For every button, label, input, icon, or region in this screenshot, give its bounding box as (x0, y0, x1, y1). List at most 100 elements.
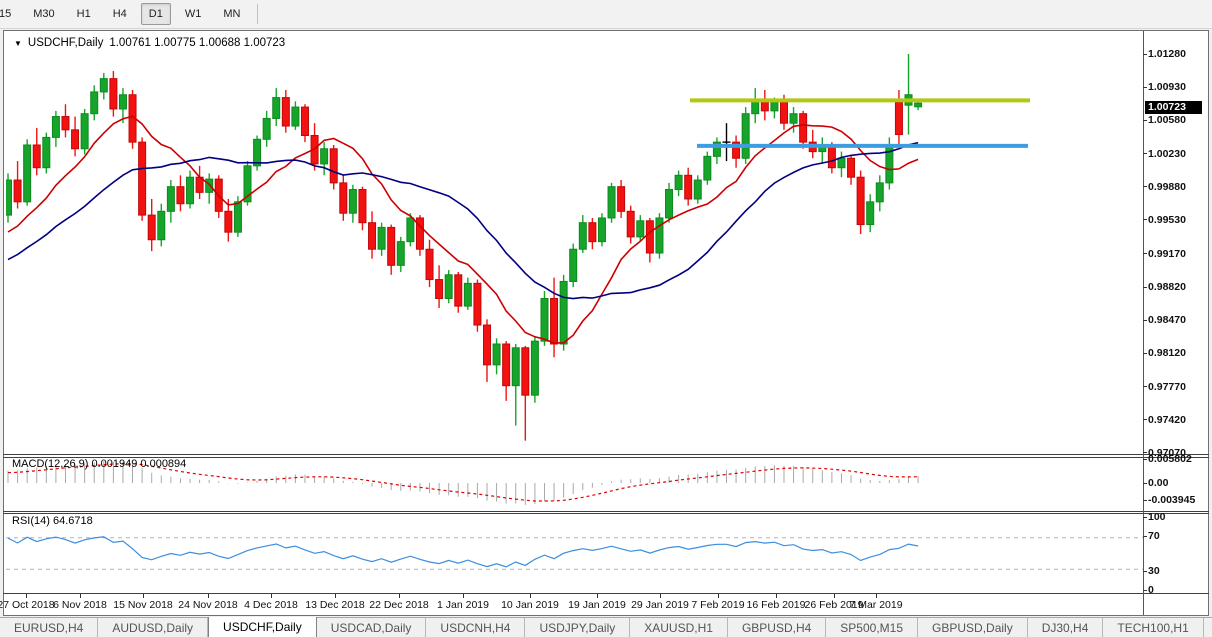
price-axis-label: 1.00930 (1148, 81, 1186, 93)
symbol-tabbar: EURUSD,H4AUDUSD,DailyUSDCHF,DailyUSDCAD,… (0, 617, 1212, 637)
bear-candle (895, 102, 902, 134)
chart-ohlc-values: 1.00761 1.00775 1.00688 1.00723 (109, 37, 285, 49)
indicator-axis-tick (1143, 500, 1147, 501)
symbol-tab-usdcnh-h4[interactable]: USDCNH,H4 (426, 618, 525, 637)
bear-candle (110, 79, 117, 109)
bull-candle (867, 202, 874, 225)
date-axis-tick (335, 594, 336, 598)
bull-candle (570, 249, 577, 281)
chart-symbol-label: USDCHF,Daily (28, 37, 103, 49)
price-axis-tick (1143, 452, 1147, 453)
symbol-tab-gbpusd-h4[interactable]: GBPUSD,H4 (728, 618, 826, 637)
rsi-indicator-canvas[interactable] (6, 514, 1143, 593)
date-axis-label: 10 Jan 2019 (501, 599, 559, 611)
indicator-axis-label: 100 (1148, 511, 1166, 523)
bear-candle (225, 211, 232, 232)
symbol-tab-audusd-daily[interactable]: AUDUSD,Daily (98, 618, 208, 637)
bull-candle (790, 114, 797, 123)
bear-candle (551, 299, 558, 344)
date-axis-tick (271, 594, 272, 598)
symbol-tab-usdcad-daily[interactable]: USDCAD,Daily (317, 618, 427, 637)
bull-candle (263, 118, 270, 139)
price-axis-tick (1143, 386, 1147, 387)
bear-candle (589, 223, 596, 242)
bull-candle (206, 179, 213, 192)
timeframe-button-h1[interactable]: H1 (69, 3, 99, 25)
date-axis-label: 27 Oct 2018 (0, 599, 55, 611)
symbol-tab-gbpusd-daily[interactable]: GBPUSD,Daily (918, 618, 1028, 637)
rsi-panel-divider2 (3, 513, 1209, 514)
timeframe-button-d1[interactable]: D1 (141, 3, 171, 25)
bear-candle (618, 187, 625, 212)
indicator-axis-tick (1143, 459, 1147, 460)
bear-candle (800, 114, 807, 142)
date-axis-tick (718, 594, 719, 598)
rsi-panel-divider[interactable] (3, 511, 1209, 512)
price-axis-tick (1143, 153, 1147, 154)
date-axis-label: 7 Feb 2019 (691, 599, 744, 611)
timeframe-toolbar: 15 M30 H1 H4 D1 W1MN (0, 0, 1212, 29)
rsi-label: RSI(14) 64.6718 (12, 515, 93, 527)
price-axis-label: 1.00580 (1148, 114, 1186, 126)
bull-candle (100, 79, 107, 92)
timeframe-button-w1[interactable]: W1 (177, 3, 210, 25)
bull-candle (915, 103, 922, 107)
price-axis-tick (1143, 287, 1147, 288)
bear-candle (646, 221, 653, 253)
date-axis-tick (660, 594, 661, 598)
bull-candle (752, 101, 759, 113)
symbol-tab-tech100-h1[interactable]: TECH100,H1 (1103, 618, 1203, 637)
bull-candle (531, 341, 538, 395)
macd-panel-divider[interactable] (3, 454, 1209, 455)
bull-candle (158, 211, 165, 239)
bear-candle (436, 280, 443, 299)
date-axis-divider (3, 593, 1209, 594)
price-axis-tick (1143, 219, 1147, 220)
price-axis-label: 0.99880 (1148, 181, 1186, 193)
symbol-tab-usdchf-daily[interactable]: USDCHF,Daily (208, 617, 317, 637)
symbol-tab-sp500-m15[interactable]: SP500,M15 (826, 618, 918, 637)
timeframe-button-15[interactable]: 15 (0, 3, 19, 25)
bull-candle (541, 299, 548, 342)
bear-candle (522, 348, 529, 395)
price-axis-label: 0.98120 (1148, 347, 1186, 359)
date-axis-tick (208, 594, 209, 598)
bull-candle (234, 202, 241, 232)
date-axis-tick (80, 594, 81, 598)
symbol-tab-xauusd-h1[interactable]: XAUUSD,H1 (630, 618, 728, 637)
bull-candle (52, 117, 59, 138)
bear-candle (503, 344, 510, 386)
bear-candle (857, 177, 864, 224)
bull-candle (579, 223, 586, 250)
candlestick-chart-canvas[interactable] (6, 33, 1143, 454)
bear-candle (484, 325, 491, 365)
symbol-tab-dj30-h4[interactable]: DJ30,H4 (1028, 618, 1104, 637)
bull-candle (637, 221, 644, 237)
timeframe-button-mn[interactable]: MN (215, 3, 248, 25)
trading-platform-window: 15 M30 H1 H4 D1 W1MN ▼ USDCHF,Daily 1.00761 1… (0, 0, 1212, 637)
bull-candle (656, 218, 663, 253)
timeframe-button-h4[interactable]: H4 (105, 3, 135, 25)
bear-candle (340, 183, 347, 213)
bull-candle (512, 348, 519, 386)
symbol-tab-usdjpy-daily[interactable]: USDJPY,Daily (525, 618, 630, 637)
symbol-tab-eurusd-h4[interactable]: EURUSD,H4 (0, 618, 98, 637)
symbol-tab-ukoil-[interactable]: UKOil, (1204, 618, 1212, 637)
date-axis-tick (399, 594, 400, 598)
date-axis-tick (463, 594, 464, 598)
bear-candle (474, 283, 481, 325)
timeframe-button-m30[interactable]: M30 (25, 3, 62, 25)
bull-candle (91, 92, 98, 114)
bear-candle (301, 107, 308, 135)
bull-candle (43, 137, 50, 167)
date-axis-label: 19 Jan 2019 (568, 599, 626, 611)
symbol-dropdown-icon[interactable]: ▼ (14, 39, 22, 48)
indicator-axis-tick (1143, 483, 1147, 484)
indicator-axis-tick (1143, 517, 1147, 518)
candles-layer (6, 54, 922, 441)
bear-candle (282, 98, 289, 126)
date-axis-tick (143, 594, 144, 598)
indicator-axis-label: 70 (1148, 530, 1160, 542)
price-axis-tick (1143, 54, 1147, 55)
date-axis-tick (776, 594, 777, 598)
